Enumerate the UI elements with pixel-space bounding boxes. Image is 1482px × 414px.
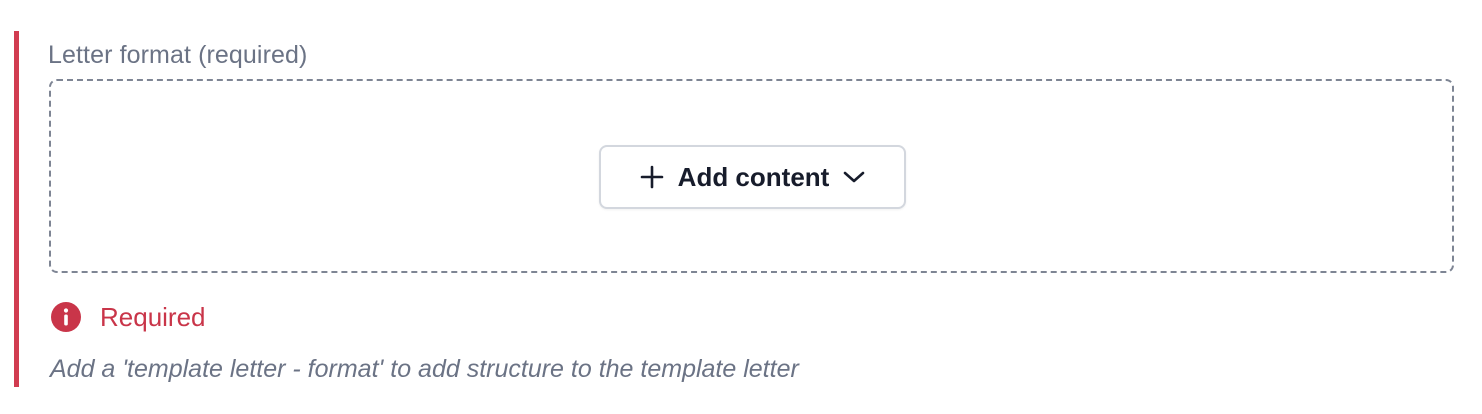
alert-circle-icon [50,301,82,333]
chevron-down-icon [843,170,865,184]
letter-format-field: Letter format (required) Add content Req… [14,31,1462,387]
add-content-label: Add content [677,161,830,192]
help-text: Add a 'template letter - format' to add … [50,355,799,383]
add-content-button[interactable]: Add content [599,145,906,209]
error-message: Required [50,301,206,333]
error-text: Required [100,301,206,332]
plus-icon [640,165,664,189]
content-dropzone: Add content [49,79,1454,273]
field-label: Letter format (required) [48,41,308,69]
